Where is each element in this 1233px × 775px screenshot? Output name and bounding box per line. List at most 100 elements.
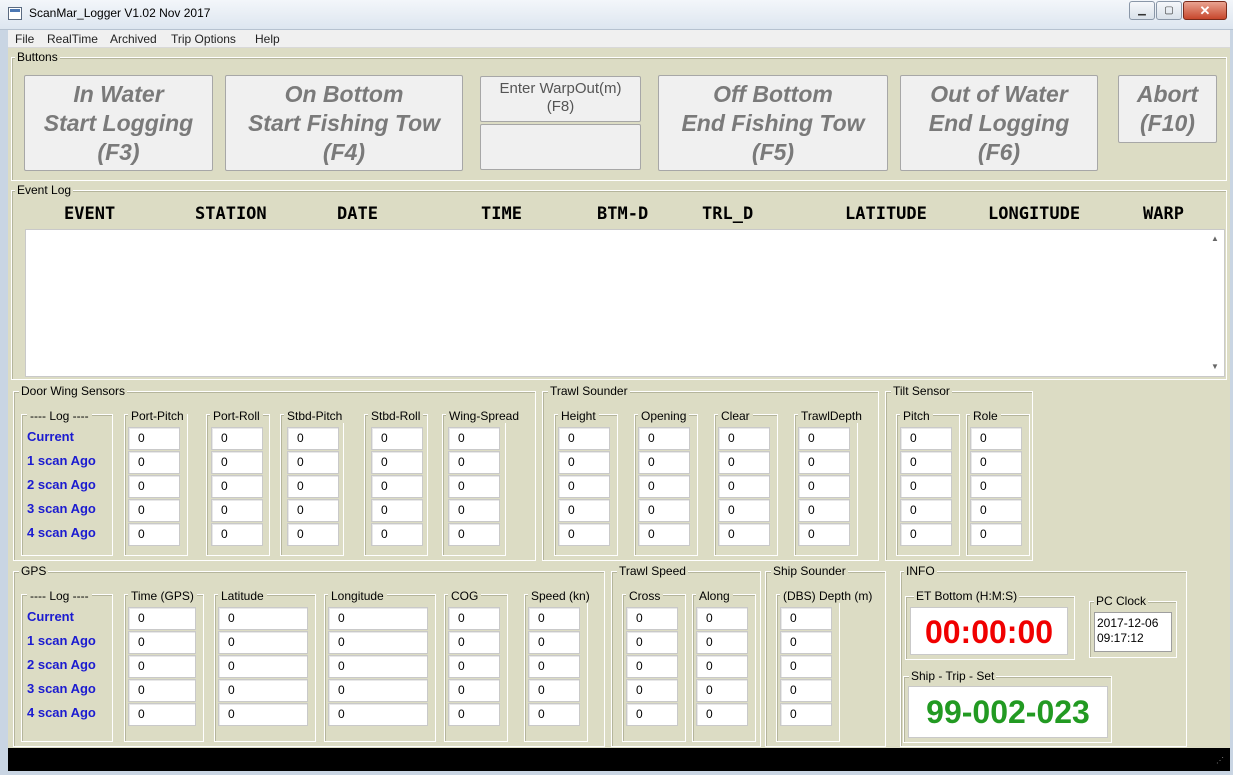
speed-value: 0 [528, 607, 580, 630]
clear-value: 0 [718, 499, 770, 522]
log-header: ---- Log ---- [27, 409, 92, 423]
in-water-button[interactable]: In Water Start Logging (F3) [24, 75, 213, 171]
time-gps-value: 0 [128, 703, 196, 726]
minimize-button[interactable]: ▁ [1129, 1, 1155, 20]
pitch-value: 0 [900, 451, 952, 474]
log-row-label: 1 scan Ago [27, 453, 96, 468]
latitude-value: 0 [218, 679, 308, 702]
pc-time: 09:17:12 [1097, 631, 1144, 645]
window-frame-bottom [0, 771, 1233, 775]
latitude-column-label: Latitude [218, 589, 267, 603]
gps-title: GPS [19, 564, 49, 578]
log-row-label: 4 scan Ago [27, 525, 96, 540]
log-row-label: Current [27, 609, 74, 624]
port-roll-value: 0 [211, 499, 263, 522]
et-bottom-value: 00:00:00 [910, 607, 1068, 655]
out-of-water-button[interactable]: Out of Water End Logging (F6) [900, 75, 1098, 171]
window-title: ScanMar_Logger V1.02 Nov 2017 [29, 6, 211, 20]
latitude-value: 0 [218, 703, 308, 726]
height-value: 0 [558, 499, 610, 522]
along-value: 0 [696, 631, 748, 654]
cog-value: 0 [448, 703, 500, 726]
trawl-speed-title: Trawl Speed [617, 564, 688, 578]
enter-warpout-button[interactable]: Enter WarpOut(m) (F8) [480, 76, 641, 122]
wing-spread-value: 0 [448, 427, 500, 450]
menu-help[interactable]: Help [255, 32, 280, 46]
stbd-roll-value: 0 [371, 475, 423, 498]
cog-column-label: COG [448, 589, 482, 603]
col-trl-d: TRL_D [702, 204, 754, 224]
time-gps-value: 0 [128, 679, 196, 702]
speed-column-label: Speed (kn) [528, 589, 593, 603]
menu-trip-options[interactable]: Trip Options [171, 32, 236, 46]
log-header: ---- Log ---- [27, 589, 92, 603]
dbs-depth-value: 0 [780, 679, 832, 702]
cog-value: 0 [448, 631, 500, 654]
ship-trip-set-value: 99-002-023 [908, 686, 1108, 738]
warpout-value-field[interactable] [480, 124, 641, 170]
height-column-label: Height [558, 409, 599, 423]
port-pitch-value: 0 [128, 475, 180, 498]
stbd-pitch-value: 0 [287, 475, 339, 498]
window-frame-left [0, 30, 8, 771]
longitude-value: 0 [328, 655, 428, 678]
clear-value: 0 [718, 427, 770, 450]
trawl-depth-value: 0 [798, 499, 850, 522]
along-column-label: Along [696, 589, 733, 603]
event-log-list[interactable] [25, 229, 1225, 377]
speed-value: 0 [528, 631, 580, 654]
clear-value: 0 [718, 475, 770, 498]
longitude-value: 0 [328, 631, 428, 654]
menu-file[interactable]: File [15, 32, 34, 46]
scroll-up-icon[interactable]: ▲ [1211, 234, 1219, 243]
pc-clock-label: PC Clock [1094, 594, 1149, 608]
time-gps-value: 0 [128, 607, 196, 630]
cog-value: 0 [448, 655, 500, 678]
role-value: 0 [970, 451, 1022, 474]
maximize-button[interactable]: ▢ [1156, 1, 1182, 20]
wing-spread-value: 0 [448, 451, 500, 474]
event-log-scrollbar[interactable]: ▲ ▼ [1207, 230, 1224, 376]
height-value: 0 [558, 451, 610, 474]
port-pitch-value: 0 [128, 523, 180, 546]
role-value: 0 [970, 427, 1022, 450]
latitude-value: 0 [218, 655, 308, 678]
off-bottom-button[interactable]: Off Bottom End Fishing Tow (F5) [658, 75, 888, 171]
opening-value: 0 [638, 451, 690, 474]
abort-button[interactable]: Abort (F10) [1118, 75, 1217, 143]
role-value: 0 [970, 499, 1022, 522]
port-roll-value: 0 [211, 451, 263, 474]
on-bottom-button[interactable]: On Bottom Start Fishing Tow (F4) [225, 75, 463, 171]
scroll-down-icon[interactable]: ▼ [1211, 362, 1219, 371]
trawl-depth-value: 0 [798, 523, 850, 546]
pitch-column-label: Pitch [900, 409, 933, 423]
pc-clock-display: 2017-12-06 09:17:12 [1094, 612, 1172, 652]
col-warp: WARP [1143, 204, 1184, 224]
trawl-depth-column-label: TrawlDepth [798, 409, 865, 423]
resize-grip-icon[interactable]: ⋰ [1216, 757, 1228, 770]
status-bar [8, 748, 1230, 771]
cross-value: 0 [626, 655, 678, 678]
opening-value: 0 [638, 499, 690, 522]
close-button[interactable]: ✕ [1183, 1, 1227, 20]
et-bottom-label: ET Bottom (H:M:S) [914, 589, 1020, 603]
trawl-depth-value: 0 [798, 475, 850, 498]
stbd-roll-column-label: Stbd-Roll [368, 409, 424, 423]
longitude-column-label: Longitude [328, 589, 387, 603]
role-column-label: Role [970, 409, 1001, 423]
menu-realtime[interactable]: RealTime [47, 32, 98, 46]
col-btm-d: BTM-D [597, 204, 649, 224]
time-gps-value: 0 [128, 655, 196, 678]
stbd-pitch-column-label: Stbd-Pitch [284, 409, 346, 423]
col-time: TIME [481, 204, 522, 224]
longitude-value: 0 [328, 703, 428, 726]
speed-value: 0 [528, 679, 580, 702]
stbd-roll-value: 0 [371, 499, 423, 522]
port-pitch-value: 0 [128, 499, 180, 522]
trawl-depth-value: 0 [798, 427, 850, 450]
longitude-value: 0 [328, 679, 428, 702]
menu-archived[interactable]: Archived [110, 32, 157, 46]
cog-value: 0 [448, 679, 500, 702]
cross-value: 0 [626, 679, 678, 702]
role-value: 0 [970, 475, 1022, 498]
